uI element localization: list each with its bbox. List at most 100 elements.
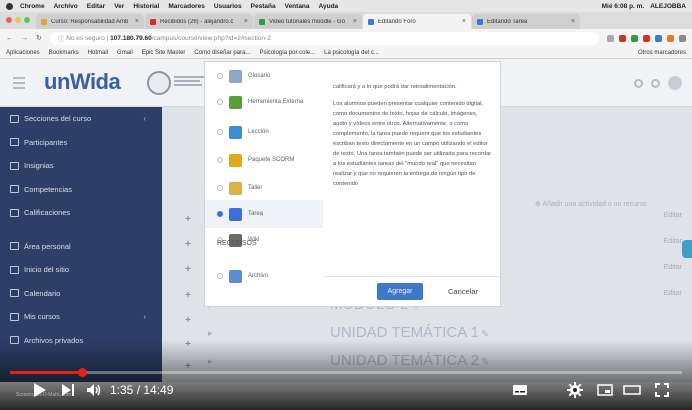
sidebar-item[interactable]: Secciones del curso ‹	[0, 107, 162, 131]
forward-icon[interactable]: →	[21, 35, 28, 42]
sidebar-item[interactable]: Calendario	[0, 282, 162, 306]
bookmark-item[interactable]: Gmail	[117, 50, 133, 56]
chevron-left-icon[interactable]: ‹	[143, 114, 146, 123]
hamburger-menu-icon[interactable]	[8, 73, 30, 93]
edit-menu[interactable]: Editar	[664, 290, 682, 297]
volume-icon[interactable]	[84, 378, 104, 402]
site-logo[interactable]: unWida	[44, 69, 121, 95]
messages-icon[interactable]	[651, 78, 660, 88]
info-icon[interactable]: ⓘ	[58, 33, 66, 43]
apple-icon[interactable]	[6, 2, 13, 10]
edit-menu[interactable]: Editar	[664, 238, 682, 245]
menubar-item[interactable]: Ventana	[285, 3, 310, 10]
move-plus-icon[interactable]: +	[185, 239, 191, 250]
sidebar-item[interactable]: Participantes	[0, 131, 162, 155]
sidebar-item[interactable]: Insignias	[0, 154, 162, 178]
activity-radio[interactable]	[217, 211, 223, 217]
miniplayer-icon[interactable]	[594, 378, 616, 402]
fullscreen-icon[interactable]	[651, 378, 673, 402]
extension-icon[interactable]	[667, 34, 674, 42]
menubar-item[interactable]: Archivo	[54, 3, 78, 10]
edit-pencil-icon[interactable]: ✎	[481, 329, 489, 340]
notifications-icon[interactable]	[634, 78, 643, 88]
browser-tab[interactable]: Curso: Responsabilidad Amb ×	[36, 14, 144, 29]
subtitles-icon[interactable]	[510, 378, 530, 402]
browser-tab[interactable]: Editando Foro ×	[363, 14, 471, 29]
section-title[interactable]: UNIDAD TEMÁTICA 1 ✎	[330, 324, 489, 341]
sidebar-item[interactable]: Mis cursos ‹	[0, 305, 162, 329]
activity-radio[interactable]	[217, 99, 223, 105]
menubar-item[interactable]: Editar	[87, 3, 105, 10]
browser-tab[interactable]: Recibidos (26) - alejandro.c ×	[145, 14, 253, 29]
bookmark-item[interactable]: Bookmarks	[49, 50, 79, 56]
move-plus-icon[interactable]: +	[185, 264, 191, 275]
sidebar-item[interactable]: Competencias	[0, 178, 162, 202]
minimize-window-icon[interactable]	[15, 17, 21, 23]
bookmark-item[interactable]: Como diseñar para...	[194, 50, 250, 56]
play-icon[interactable]	[30, 378, 50, 402]
reload-icon[interactable]: ↻	[36, 34, 42, 42]
bookmark-item[interactable]: Aplicaciones	[6, 50, 40, 56]
menubar-item[interactable]: Ver	[114, 3, 124, 10]
back-icon[interactable]: ←	[6, 35, 13, 42]
sidebar-item[interactable]: Calificaciones	[0, 201, 162, 225]
other-bookmarks[interactable]: Otros marcadores	[638, 50, 686, 56]
resource-radio[interactable]	[217, 273, 223, 279]
menu-dots-icon[interactable]	[679, 34, 686, 42]
bookmark-item[interactable]: La psicología del c...	[324, 50, 379, 56]
maximize-window-icon[interactable]	[24, 17, 30, 23]
edit-menu[interactable]: Editar	[664, 212, 682, 219]
add-activity-link[interactable]: ⊕ Añadir una actividad o un recurso	[535, 200, 647, 208]
expand-arrow-icon[interactable]: ▸	[208, 328, 213, 339]
menubar-item[interactable]: Chrome	[20, 3, 45, 10]
tab-close-icon[interactable]: ×	[571, 18, 575, 25]
activity-radio[interactable]	[217, 73, 223, 79]
activity-option[interactable]: Paquete SCORM	[205, 146, 323, 174]
theater-mode-icon[interactable]	[621, 378, 643, 402]
move-plus-icon[interactable]: +	[185, 290, 191, 301]
extension-icon[interactable]	[655, 34, 662, 42]
menubar-item[interactable]: Ayuda	[319, 3, 339, 10]
tab-close-icon[interactable]: ×	[135, 18, 139, 25]
activity-radio[interactable]	[217, 185, 223, 191]
activity-option[interactable]: Lección	[205, 118, 323, 146]
activity-option[interactable]: Taller	[205, 174, 323, 202]
browser-tab[interactable]: Editando Tarea ×	[472, 14, 580, 29]
activity-radio[interactable]	[217, 129, 223, 135]
add-button[interactable]: Agregar	[377, 283, 423, 300]
activity-radio[interactable]	[217, 157, 223, 163]
extension-icon[interactable]	[643, 34, 650, 42]
extension-icon[interactable]	[631, 34, 638, 42]
video-scrubber-handle[interactable]	[77, 368, 87, 377]
edit-menu[interactable]: Editar	[664, 264, 682, 271]
tab-close-icon[interactable]: ×	[353, 18, 357, 25]
sidebar-item[interactable]: Área personal	[0, 235, 162, 259]
chevron-left-icon[interactable]: ‹	[143, 312, 146, 321]
tab-close-icon[interactable]: ×	[244, 18, 248, 25]
menubar-item[interactable]: Usuarios	[214, 3, 242, 10]
menubar-item[interactable]: Historial	[133, 3, 159, 10]
star-icon[interactable]	[607, 34, 614, 42]
resource-option[interactable]: Archivo	[205, 262, 323, 290]
cancel-button[interactable]: Cancelar	[435, 283, 491, 300]
move-plus-icon[interactable]: +	[185, 214, 191, 225]
video-progress-bar[interactable]	[10, 368, 682, 377]
tab-close-icon[interactable]: ×	[462, 18, 466, 25]
bookmark-item[interactable]: Epic Site Master	[142, 50, 186, 56]
browser-tab[interactable]: Video tutoriales moodle - Go ×	[254, 14, 362, 29]
url-field[interactable]: ⓘ No es seguro | 107.180.79.60 /campus/c…	[49, 31, 599, 45]
next-icon[interactable]	[58, 378, 78, 402]
close-window-icon[interactable]	[6, 17, 12, 23]
menubar-item[interactable]: Marcadores	[168, 3, 205, 10]
move-plus-icon[interactable]: +	[185, 315, 191, 326]
activity-option[interactable]: Glosario	[205, 62, 323, 90]
activity-option[interactable]: Tarea	[205, 200, 323, 228]
activity-option[interactable]: Herramienta Externa	[205, 88, 323, 116]
extension-icon[interactable]	[619, 34, 626, 42]
settings-gear-icon[interactable]	[565, 378, 585, 402]
menubar-user[interactable]: ALEJOBBA	[650, 3, 686, 10]
bookmark-item[interactable]: Hotmail	[88, 50, 108, 56]
bookmark-item[interactable]: Psicología por cole...	[259, 50, 315, 56]
avatar[interactable]	[668, 76, 682, 90]
menubar-item[interactable]: Pestaña	[251, 3, 276, 10]
